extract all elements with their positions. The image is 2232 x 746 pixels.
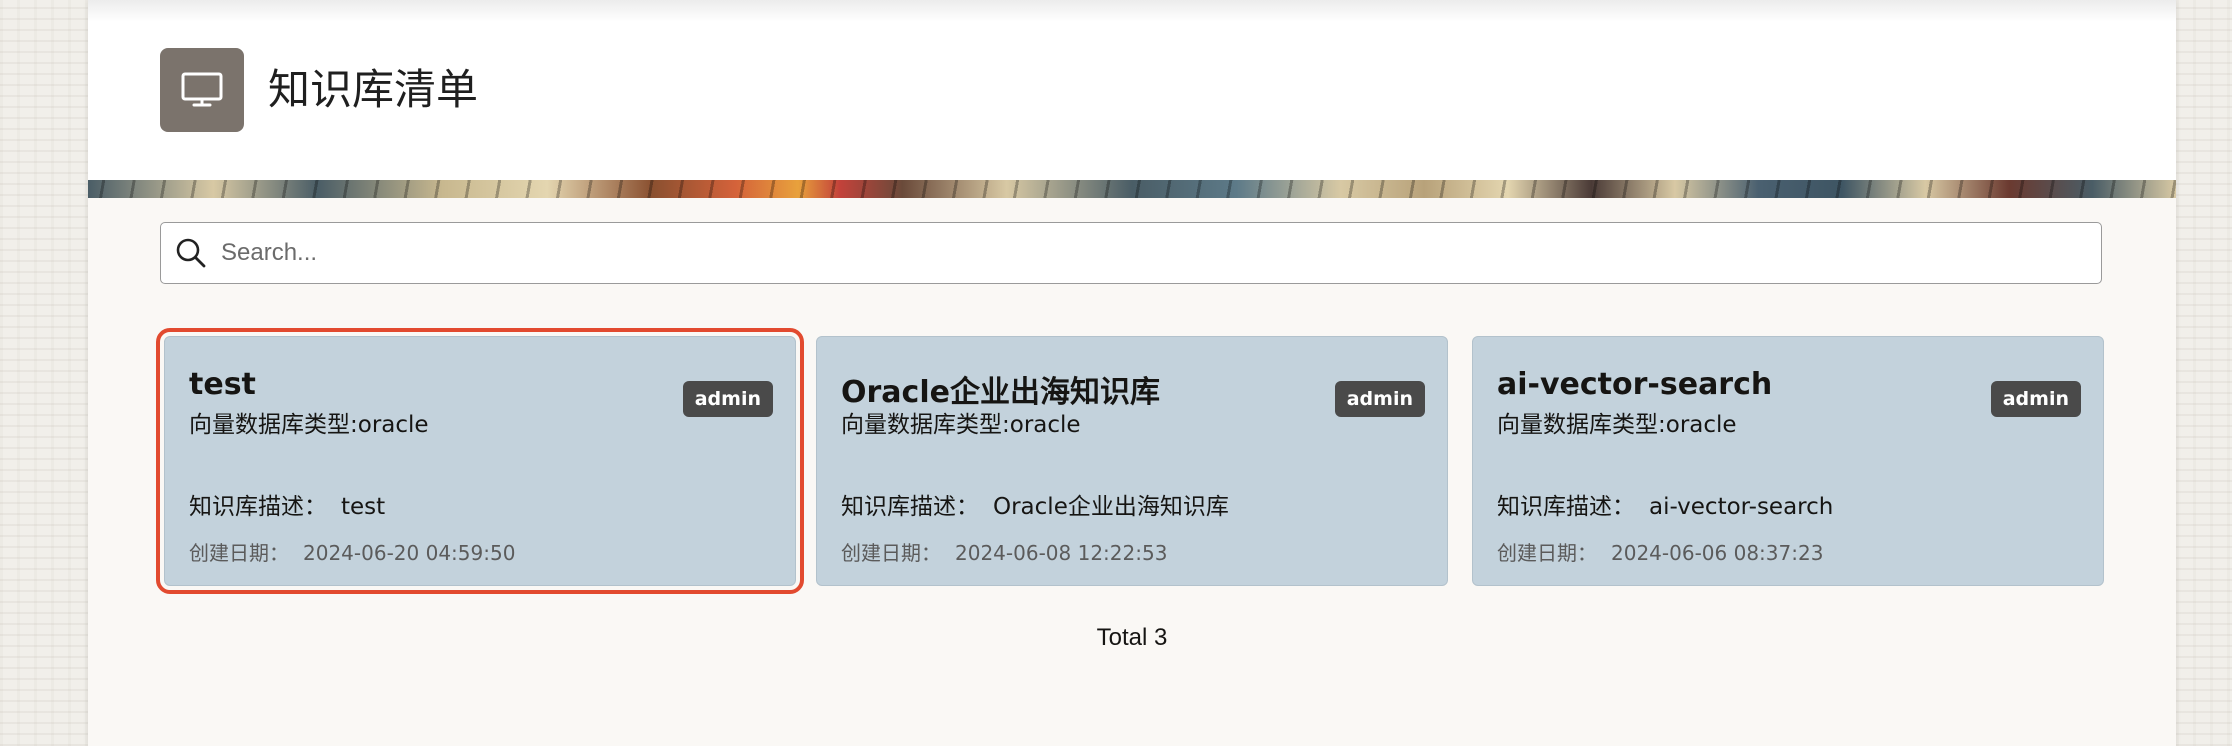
card-created-date: 创建日期： 2024-06-08 12:22:53	[841, 537, 1167, 566]
decorative-banner	[88, 180, 2176, 198]
page-header: 知识库清单	[88, 0, 2176, 180]
knowledge-base-card[interactable]: Oracle企业出海知识库 向量数据库类型:oracle admin 知识库描述…	[816, 336, 1448, 586]
card-description: 知识库描述： Oracle企业出海知识库	[841, 487, 1229, 521]
description-value: test	[341, 494, 386, 520]
card-title: test	[189, 367, 256, 402]
card-description: 知识库描述： ai-vector-search	[1497, 487, 1833, 521]
created-date-label: 创建日期：	[1497, 541, 1597, 565]
knowledge-base-card[interactable]: ai-vector-search 向量数据库类型:oracle admin 知识…	[1472, 336, 2104, 586]
card-created-date: 创建日期： 2024-06-06 08:37:23	[1497, 537, 1823, 566]
created-date-value: 2024-06-20 04:59:50	[303, 541, 516, 565]
owner-badge: admin	[682, 381, 773, 417]
card-title: ai-vector-search	[1497, 367, 1773, 402]
search-icon	[176, 238, 206, 268]
card-db-type: 向量数据库类型:oracle	[841, 412, 1081, 438]
owner-badge: admin	[1990, 381, 2081, 417]
description-label: 知识库描述：	[1497, 494, 1635, 520]
card-db-type: 向量数据库类型:oracle	[1497, 412, 1737, 438]
card-created-date: 创建日期： 2024-06-20 04:59:50	[189, 537, 515, 566]
created-date-value: 2024-06-06 08:37:23	[1611, 541, 1824, 565]
page-title: 知识库清单	[268, 65, 479, 114]
created-date-value: 2024-06-08 12:22:53	[955, 541, 1168, 565]
main-panel: 知识库清单 test 向量数据库类型:oracle admin 知识库描述：te…	[88, 0, 2176, 746]
card-db-type: 向量数据库类型:oracle	[189, 412, 429, 438]
search-input[interactable]	[221, 223, 2081, 282]
knowledge-base-card[interactable]: test 向量数据库类型:oracle admin 知识库描述： test 创建日…	[156, 328, 804, 594]
monitor-icon	[160, 48, 244, 132]
description-label: 知识库描述：	[189, 494, 327, 520]
description-label: 知识库描述：	[841, 494, 979, 520]
search-box[interactable]	[160, 222, 2102, 284]
created-date-label: 创建日期：	[189, 541, 289, 565]
total-count: Total 3	[1096, 624, 1168, 651]
card-description: 知识库描述： test	[189, 487, 385, 521]
description-value: ai-vector-search	[1649, 494, 1834, 520]
owner-badge: admin	[1334, 381, 1425, 417]
created-date-label: 创建日期：	[841, 541, 941, 565]
description-value: Oracle企业出海知识库	[993, 494, 1229, 520]
